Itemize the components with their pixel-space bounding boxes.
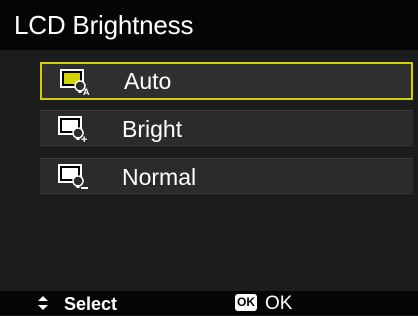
ok-button-icon: OK: [235, 294, 257, 311]
menu-item-label: Auto: [124, 68, 172, 94]
ok-hint-label: OK: [265, 293, 293, 314]
up-down-arrows-icon: [38, 296, 48, 310]
menu-item-label: Normal: [122, 164, 197, 190]
lcd-bright-icon: +: [58, 116, 87, 143]
lcd-auto-icon: A: [60, 69, 90, 96]
menu-item-auto[interactable]: A Auto: [40, 62, 413, 100]
svg-text:+: +: [81, 134, 87, 143]
button-hint-bar: Select OK OK: [0, 291, 418, 315]
camera-menu-screen: LCD Brightness A Auto + Bright Normal Se…: [0, 0, 418, 315]
title-bar: LCD Brightness: [0, 0, 418, 50]
svg-text:A: A: [83, 87, 90, 96]
menu-item-label: Bright: [122, 116, 183, 142]
menu-item-bright[interactable]: + Bright: [40, 110, 413, 148]
lcd-normal-icon: [58, 164, 88, 189]
select-hint-label: Select: [64, 294, 118, 314]
menu-item-normal[interactable]: Normal: [40, 158, 413, 196]
page-title: LCD Brightness: [14, 10, 194, 40]
